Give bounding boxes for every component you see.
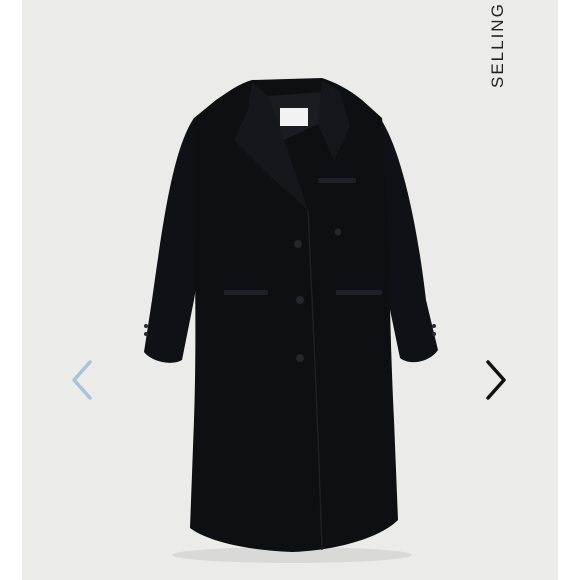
chevron-left-icon (72, 360, 92, 400)
next-image-button[interactable] (476, 352, 516, 408)
product-photo[interactable] (22, 0, 558, 580)
previous-image-button[interactable] (62, 352, 102, 408)
product-image-viewer: SELLING (0, 0, 580, 580)
coat-image (144, 78, 438, 563)
selling-side-label: SELLING (488, 2, 507, 88)
chevron-right-icon (486, 360, 506, 400)
